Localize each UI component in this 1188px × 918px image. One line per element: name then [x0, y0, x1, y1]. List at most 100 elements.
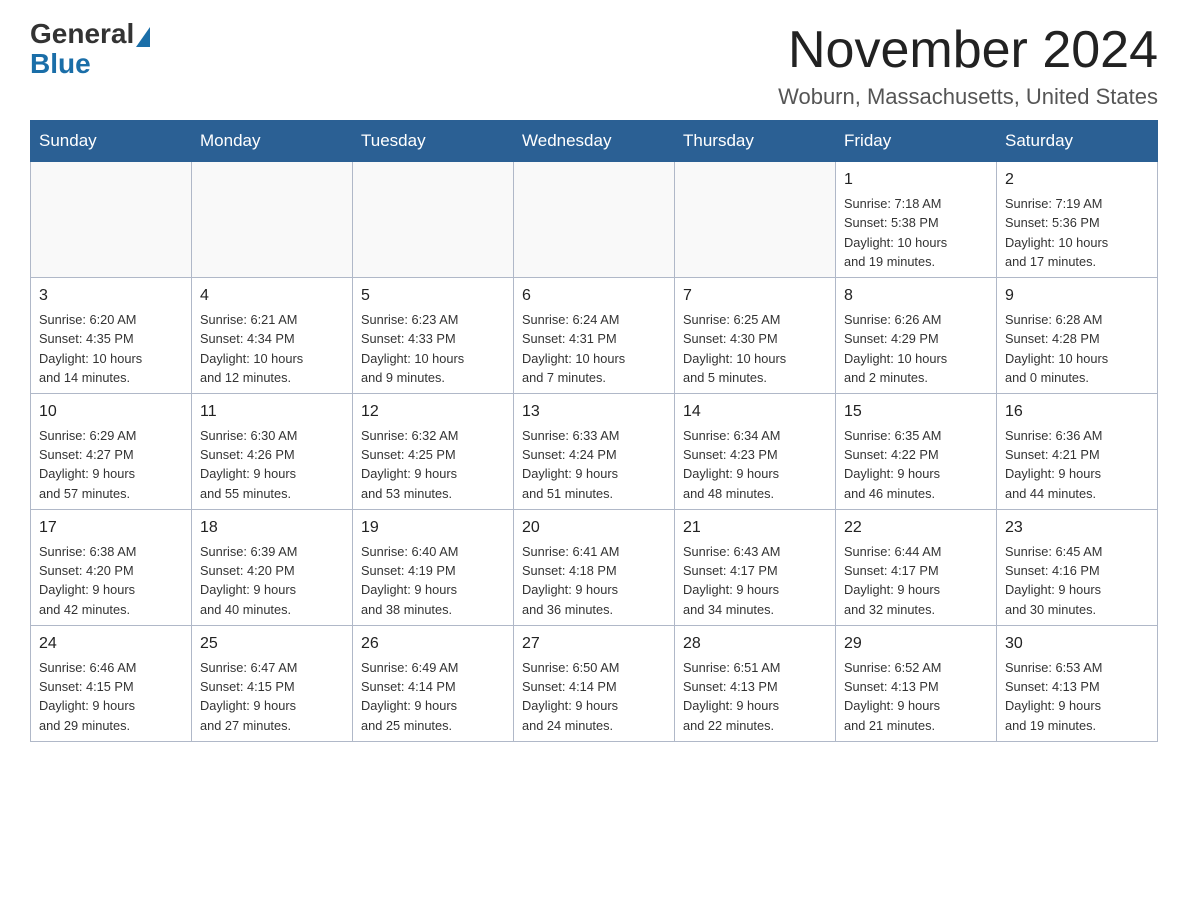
week-row-5: 24 Sunrise: 6:46 AM Sunset: 4:15 PM Dayli…: [31, 625, 1158, 741]
day-number: 5: [361, 284, 505, 307]
day-info: Sunrise: 6:24 AM Sunset: 4:31 PM Dayligh…: [522, 310, 666, 387]
calendar-cell: [192, 162, 353, 278]
day-number: 18: [200, 516, 344, 539]
location-title: Woburn, Massachusetts, United States: [778, 84, 1158, 110]
logo-blue-text: Blue: [30, 48, 91, 80]
day-info: Sunrise: 6:47 AM Sunset: 4:15 PM Dayligh…: [200, 658, 344, 735]
day-info: Sunrise: 6:40 AM Sunset: 4:19 PM Dayligh…: [361, 542, 505, 619]
day-info: Sunrise: 6:51 AM Sunset: 4:13 PM Dayligh…: [683, 658, 827, 735]
calendar-cell: 3 Sunrise: 6:20 AM Sunset: 4:35 PM Daylig…: [31, 277, 192, 393]
day-info: Sunrise: 6:34 AM Sunset: 4:23 PM Dayligh…: [683, 426, 827, 503]
week-row-4: 17 Sunrise: 6:38 AM Sunset: 4:20 PM Dayli…: [31, 509, 1158, 625]
logo: General Blue: [30, 20, 152, 80]
day-number: 7: [683, 284, 827, 307]
calendar-cell: 14 Sunrise: 6:34 AM Sunset: 4:23 PM Dayli…: [675, 393, 836, 509]
day-info: Sunrise: 6:46 AM Sunset: 4:15 PM Dayligh…: [39, 658, 183, 735]
day-info: Sunrise: 6:39 AM Sunset: 4:20 PM Dayligh…: [200, 542, 344, 619]
day-info: Sunrise: 6:21 AM Sunset: 4:34 PM Dayligh…: [200, 310, 344, 387]
day-number: 2: [1005, 168, 1149, 191]
day-number: 24: [39, 632, 183, 655]
calendar-cell: 21 Sunrise: 6:43 AM Sunset: 4:17 PM Dayli…: [675, 509, 836, 625]
calendar-cell: [675, 162, 836, 278]
day-number: 11: [200, 400, 344, 423]
calendar-cell: 29 Sunrise: 6:52 AM Sunset: 4:13 PM Dayli…: [836, 625, 997, 741]
day-info: Sunrise: 7:18 AM Sunset: 5:38 PM Dayligh…: [844, 194, 988, 271]
calendar-cell: 20Sunrise: 6:41 AM Sunset: 4:18 PM Dayli…: [514, 509, 675, 625]
calendar-cell: 19 Sunrise: 6:40 AM Sunset: 4:19 PM Dayli…: [353, 509, 514, 625]
calendar-cell: 7 Sunrise: 6:25 AM Sunset: 4:30 PM Daylig…: [675, 277, 836, 393]
calendar-cell: 4 Sunrise: 6:21 AM Sunset: 4:34 PM Daylig…: [192, 277, 353, 393]
day-info: Sunrise: 6:36 AM Sunset: 4:21 PM Dayligh…: [1005, 426, 1149, 503]
day-info: Sunrise: 6:44 AM Sunset: 4:17 PM Dayligh…: [844, 542, 988, 619]
calendar-cell: 15 Sunrise: 6:35 AM Sunset: 4:22 PM Dayli…: [836, 393, 997, 509]
calendar-cell: 24 Sunrise: 6:46 AM Sunset: 4:15 PM Dayli…: [31, 625, 192, 741]
day-number: 1: [844, 168, 988, 191]
day-info: Sunrise: 6:49 AM Sunset: 4:14 PM Dayligh…: [361, 658, 505, 735]
day-number: 14: [683, 400, 827, 423]
weekday-header-friday: Friday: [836, 121, 997, 162]
day-number: 26: [361, 632, 505, 655]
day-number: 22: [844, 516, 988, 539]
day-number: 20: [522, 516, 666, 539]
day-info: Sunrise: 6:43 AM Sunset: 4:17 PM Dayligh…: [683, 542, 827, 619]
day-info: Sunrise: 6:33 AM Sunset: 4:24 PM Dayligh…: [522, 426, 666, 503]
day-info: Sunrise: 6:32 AM Sunset: 4:25 PM Dayligh…: [361, 426, 505, 503]
calendar-title-area: November 2024 Woburn, Massachusetts, Uni…: [778, 20, 1158, 110]
day-info: Sunrise: 6:20 AM Sunset: 4:35 PM Dayligh…: [39, 310, 183, 387]
day-number: 25: [200, 632, 344, 655]
calendar-cell: 2 Sunrise: 7:19 AM Sunset: 5:36 PM Daylig…: [997, 162, 1158, 278]
calendar-cell: 18 Sunrise: 6:39 AM Sunset: 4:20 PM Dayli…: [192, 509, 353, 625]
calendar-cell: 6Sunrise: 6:24 AM Sunset: 4:31 PM Daylig…: [514, 277, 675, 393]
day-info: Sunrise: 6:45 AM Sunset: 4:16 PM Dayligh…: [1005, 542, 1149, 619]
weekday-header-sunday: Sunday: [31, 121, 192, 162]
day-number: 21: [683, 516, 827, 539]
day-info: Sunrise: 6:29 AM Sunset: 4:27 PM Dayligh…: [39, 426, 183, 503]
calendar-table: SundayMondayTuesdayWednesdayThursdayFrid…: [30, 120, 1158, 742]
day-number: 8: [844, 284, 988, 307]
calendar-cell: 5 Sunrise: 6:23 AM Sunset: 4:33 PM Daylig…: [353, 277, 514, 393]
day-info: Sunrise: 6:25 AM Sunset: 4:30 PM Dayligh…: [683, 310, 827, 387]
day-number: 10: [39, 400, 183, 423]
day-number: 29: [844, 632, 988, 655]
month-title: November 2024: [778, 20, 1158, 80]
calendar-cell: 25 Sunrise: 6:47 AM Sunset: 4:15 PM Dayli…: [192, 625, 353, 741]
week-row-1: 1 Sunrise: 7:18 AM Sunset: 5:38 PM Daylig…: [31, 162, 1158, 278]
calendar-cell: 17 Sunrise: 6:38 AM Sunset: 4:20 PM Dayli…: [31, 509, 192, 625]
day-number: 3: [39, 284, 183, 307]
day-info: Sunrise: 7:19 AM Sunset: 5:36 PM Dayligh…: [1005, 194, 1149, 271]
calendar-cell: 22 Sunrise: 6:44 AM Sunset: 4:17 PM Dayli…: [836, 509, 997, 625]
day-info: Sunrise: 6:52 AM Sunset: 4:13 PM Dayligh…: [844, 658, 988, 735]
weekday-header-wednesday: Wednesday: [514, 121, 675, 162]
page-header: General Blue November 2024 Woburn, Massa…: [30, 20, 1158, 110]
calendar-cell: 8 Sunrise: 6:26 AM Sunset: 4:29 PM Daylig…: [836, 277, 997, 393]
day-number: 17: [39, 516, 183, 539]
week-row-2: 3 Sunrise: 6:20 AM Sunset: 4:35 PM Daylig…: [31, 277, 1158, 393]
calendar-cell: 11 Sunrise: 6:30 AM Sunset: 4:26 PM Dayli…: [192, 393, 353, 509]
day-info: Sunrise: 6:30 AM Sunset: 4:26 PM Dayligh…: [200, 426, 344, 503]
day-info: Sunrise: 6:26 AM Sunset: 4:29 PM Dayligh…: [844, 310, 988, 387]
day-number: 4: [200, 284, 344, 307]
day-number: 23: [1005, 516, 1149, 539]
weekday-header-saturday: Saturday: [997, 121, 1158, 162]
calendar-cell: 1 Sunrise: 7:18 AM Sunset: 5:38 PM Daylig…: [836, 162, 997, 278]
day-number: 19: [361, 516, 505, 539]
calendar-cell: 13Sunrise: 6:33 AM Sunset: 4:24 PM Dayli…: [514, 393, 675, 509]
day-info: Sunrise: 6:35 AM Sunset: 4:22 PM Dayligh…: [844, 426, 988, 503]
calendar-cell: 26 Sunrise: 6:49 AM Sunset: 4:14 PM Dayli…: [353, 625, 514, 741]
weekday-header-monday: Monday: [192, 121, 353, 162]
day-info: Sunrise: 6:23 AM Sunset: 4:33 PM Dayligh…: [361, 310, 505, 387]
day-number: 30: [1005, 632, 1149, 655]
calendar-cell: 9Sunrise: 6:28 AM Sunset: 4:28 PM Daylig…: [997, 277, 1158, 393]
day-number: 15: [844, 400, 988, 423]
weekday-header-thursday: Thursday: [675, 121, 836, 162]
calendar-cell: 28 Sunrise: 6:51 AM Sunset: 4:13 PM Dayli…: [675, 625, 836, 741]
calendar-cell: 27Sunrise: 6:50 AM Sunset: 4:14 PM Dayli…: [514, 625, 675, 741]
calendar-cell: [353, 162, 514, 278]
calendar-cell: 16Sunrise: 6:36 AM Sunset: 4:21 PM Dayli…: [997, 393, 1158, 509]
day-info: Sunrise: 6:38 AM Sunset: 4:20 PM Dayligh…: [39, 542, 183, 619]
logo-triangle-icon: [136, 27, 150, 47]
day-info: Sunrise: 6:28 AM Sunset: 4:28 PM Dayligh…: [1005, 310, 1149, 387]
logo-general-text: General: [30, 20, 134, 48]
weekday-header-row: SundayMondayTuesdayWednesdayThursdayFrid…: [31, 121, 1158, 162]
day-number: 28: [683, 632, 827, 655]
